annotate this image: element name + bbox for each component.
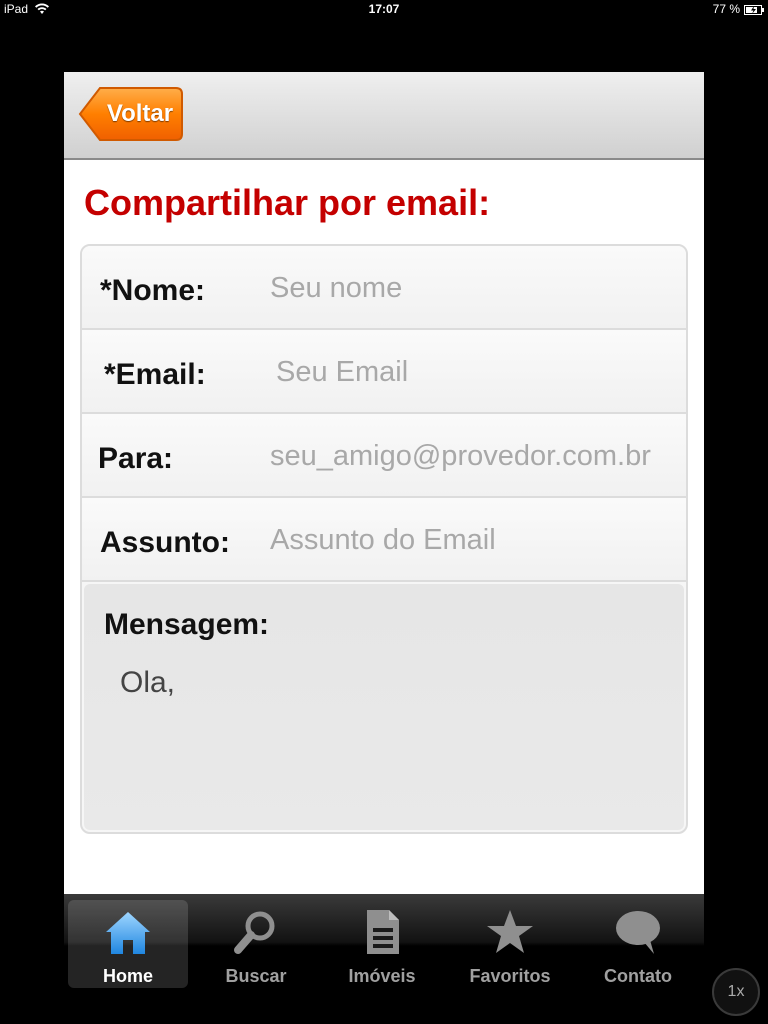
tab-properties-label: Imóveis — [348, 966, 416, 986]
battery-percent: 77 % — [712, 2, 740, 16]
app-window: Voltar Compartilhar por email: *Nome: *E… — [64, 72, 704, 944]
star-icon — [487, 910, 533, 953]
share-email-form: *Nome: *Email: Para: Assunto: Mensagem: … — [80, 244, 688, 834]
tab-contact[interactable]: Contato — [578, 900, 698, 988]
search-icon — [234, 911, 275, 954]
name-input[interactable] — [270, 266, 670, 310]
subject-row: Assunto: — [82, 498, 686, 582]
header-bar: Voltar — [64, 72, 704, 160]
email-row: *Email: — [82, 330, 686, 414]
to-input[interactable] — [270, 434, 680, 478]
chat-bubble-icon — [616, 911, 660, 954]
tab-search-label: Buscar — [225, 966, 287, 986]
tab-contact-label: Contato — [604, 966, 672, 986]
name-label: *Nome: — [100, 274, 206, 307]
tab-home-label: Home — [102, 966, 153, 986]
message-section: Mensagem: Ola, — [84, 584, 684, 830]
to-label: Para: — [98, 442, 174, 475]
document-icon — [367, 910, 399, 954]
tab-home[interactable]: Home — [68, 900, 188, 988]
tab-favorites-label: Favoritos — [469, 966, 551, 986]
tab-favorites[interactable]: Favoritos — [450, 900, 570, 988]
battery-charging-icon — [744, 4, 764, 15]
zoom-button[interactable]: 1x — [712, 968, 760, 1016]
message-textarea[interactable]: Ola, — [120, 666, 660, 806]
email-label: *Email: — [104, 358, 206, 391]
page-title: Compartilhar por email: — [84, 182, 491, 223]
subject-label: Assunto: — [100, 526, 230, 559]
to-row: Para: — [82, 414, 686, 498]
tab-search[interactable]: Buscar — [196, 900, 316, 988]
back-button-label: Voltar — [106, 100, 174, 127]
status-bar: iPad 17:07 77 % — [0, 0, 768, 20]
name-row: *Nome: — [82, 246, 686, 330]
tab-bar: Home Buscar Imóveis Favoritos Contato — [64, 894, 704, 994]
home-icon — [106, 912, 150, 954]
back-button[interactable]: Voltar — [78, 86, 184, 142]
status-bar-right: 77 % — [713, 2, 764, 16]
email-input[interactable] — [276, 350, 676, 394]
status-time: 17:07 — [368, 2, 400, 16]
subject-input[interactable] — [270, 518, 670, 562]
message-label: Mensagem: — [104, 608, 270, 641]
tab-properties[interactable]: Imóveis — [322, 900, 442, 988]
